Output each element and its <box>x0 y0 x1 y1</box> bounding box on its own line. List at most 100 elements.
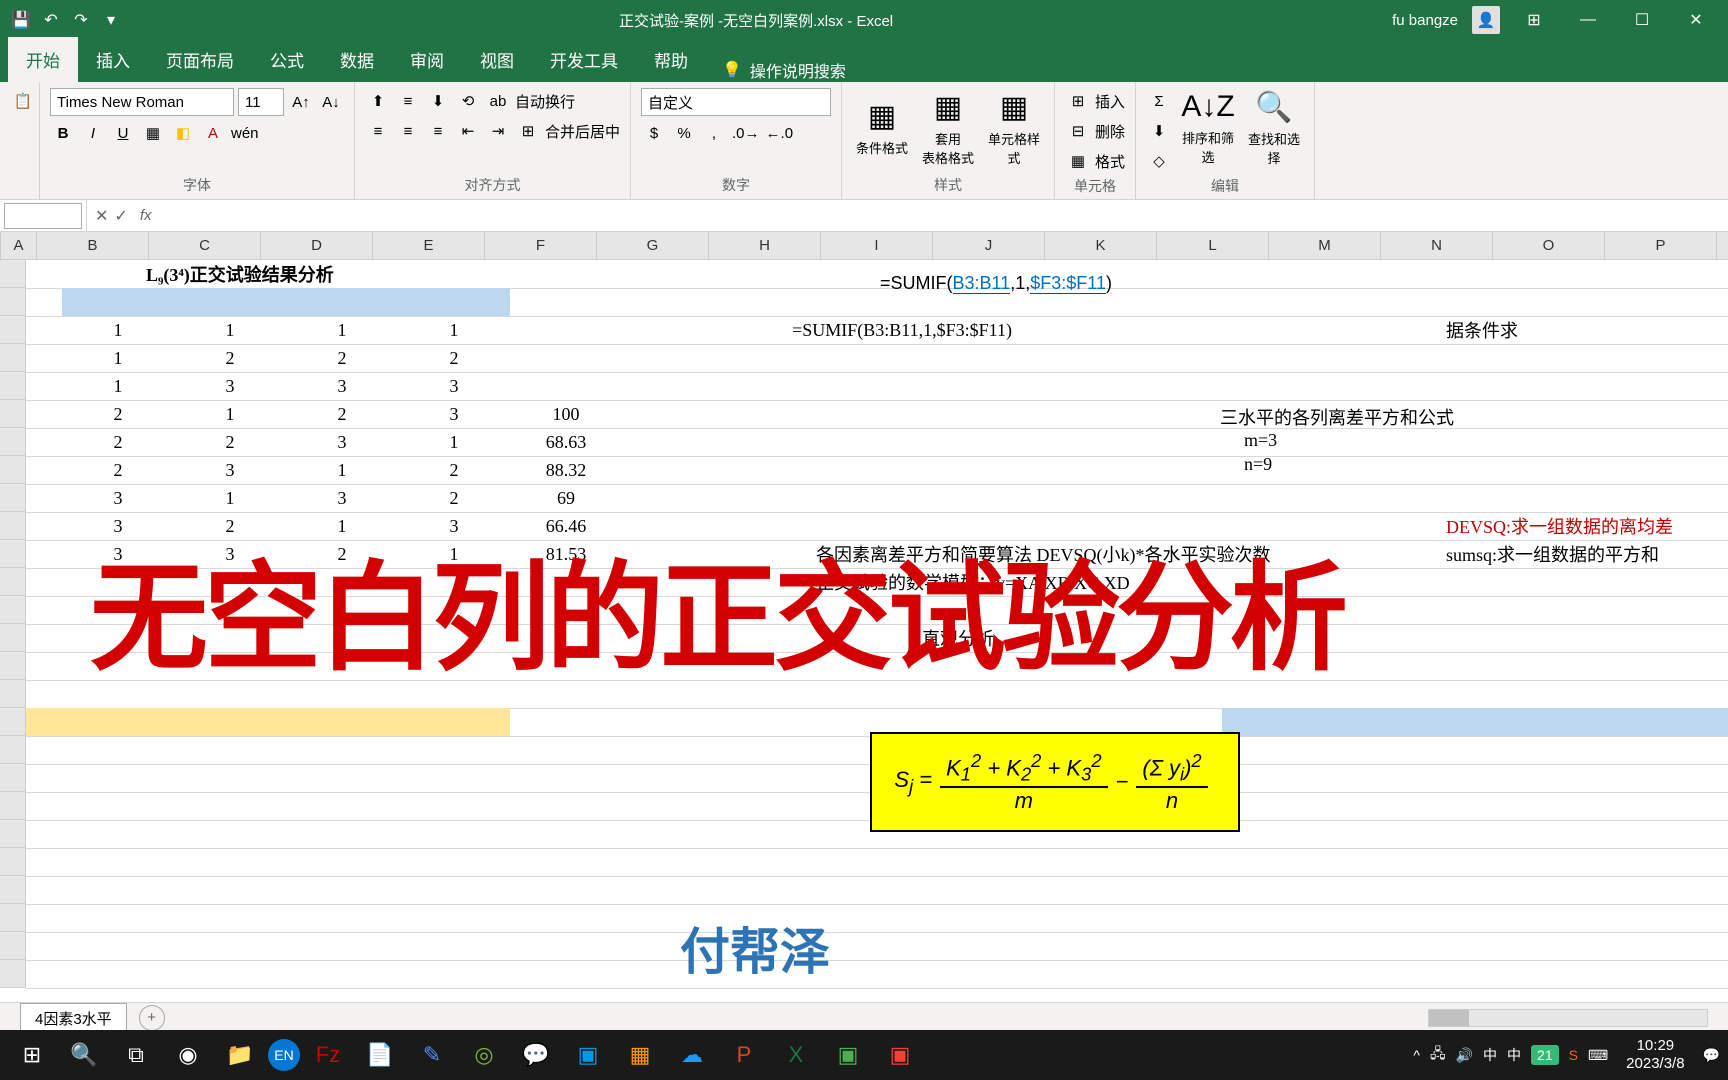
align-top-icon[interactable]: ⬆ <box>365 88 391 114</box>
row-header[interactable] <box>0 736 26 764</box>
redo-icon[interactable]: ↷ <box>72 11 90 29</box>
dec-decimal-icon[interactable]: ←.0 <box>765 120 795 146</box>
table-cell[interactable]: 1 <box>62 372 174 400</box>
row-header[interactable] <box>0 904 26 932</box>
task-view-icon[interactable]: ⧉ <box>112 1034 160 1076</box>
app-icon-1[interactable]: EN <box>268 1039 300 1071</box>
col-header-C[interactable]: C <box>149 232 261 259</box>
row-header[interactable] <box>0 680 26 708</box>
align-right-icon[interactable]: ≡ <box>425 118 451 144</box>
tab-review[interactable]: 审阅 <box>392 37 462 82</box>
table-cell[interactable]: 3 <box>174 456 286 484</box>
row-header[interactable] <box>0 848 26 876</box>
table-cell[interactable]: 2 <box>398 344 510 372</box>
formula-input[interactable] <box>165 203 1728 229</box>
tab-help[interactable]: 帮助 <box>636 37 706 82</box>
table-cell[interactable]: 3 <box>286 372 398 400</box>
tab-layout[interactable]: 页面布局 <box>148 37 252 82</box>
table-cell[interactable]: 1 <box>174 400 286 428</box>
percent-icon[interactable]: % <box>671 120 697 146</box>
start-button[interactable]: ⊞ <box>8 1034 56 1076</box>
table-cell[interactable]: 2 <box>398 484 510 512</box>
table-cell[interactable]: 2 <box>62 428 174 456</box>
app-icon-6[interactable]: ▦ <box>616 1034 664 1076</box>
sort-filter-button[interactable]: A↓Z排序和筛选 <box>1178 88 1238 168</box>
row-header[interactable] <box>0 456 26 484</box>
col-header-A[interactable]: A <box>1 232 37 259</box>
table-cell[interactable]: 1 <box>62 316 174 344</box>
row-header[interactable] <box>0 428 26 456</box>
row-header[interactable] <box>0 960 26 988</box>
table-cell[interactable]: =SUMIF(B3:B11,1,$F3:$F11) <box>846 316 958 344</box>
keyboard-icon[interactable]: ⌨ <box>1588 1047 1608 1064</box>
tell-me[interactable]: 💡 操作说明搜索 <box>706 58 862 82</box>
table-cell[interactable]: 1 <box>286 316 398 344</box>
insert-cells-button[interactable]: ⊞ <box>1065 88 1091 114</box>
table-cell[interactable]: 2 <box>398 456 510 484</box>
sheet-tab-active[interactable]: 4因素3水平 <box>20 1003 127 1033</box>
col-header-I[interactable]: I <box>821 232 933 259</box>
row-header[interactable] <box>0 316 26 344</box>
app-icon-9[interactable]: ▣ <box>876 1034 924 1076</box>
comma-icon[interactable]: , <box>701 120 727 146</box>
table-cell[interactable]: 2 <box>62 456 174 484</box>
notifications-icon[interactable]: 💬 <box>1703 1047 1720 1064</box>
table-cell[interactable]: 3 <box>286 428 398 456</box>
col-header-J[interactable]: J <box>933 232 1045 259</box>
network-icon[interactable]: 🖧 <box>1430 1043 1446 1067</box>
cancel-formula-icon[interactable]: ✕ <box>95 206 108 226</box>
save-icon[interactable]: 💾 <box>12 11 30 29</box>
paste-button[interactable]: 📋 <box>10 88 36 114</box>
number-format-select[interactable]: 自定义 <box>641 88 831 116</box>
table-cell[interactable]: 1 <box>398 428 510 456</box>
currency-icon[interactable]: $ <box>641 120 667 146</box>
maximize-button[interactable]: ☐ <box>1622 5 1662 35</box>
ime-indicator-2[interactable]: 中 <box>1507 1045 1521 1065</box>
app-icon-7[interactable]: ☁ <box>668 1034 716 1076</box>
fill-icon[interactable]: ⬇ <box>1146 118 1172 144</box>
col-header-P[interactable]: P <box>1605 232 1717 259</box>
tray-up-icon[interactable]: ^ <box>1413 1047 1420 1063</box>
delete-cells-button[interactable]: ⊟ <box>1065 118 1091 144</box>
row-header[interactable] <box>0 932 26 960</box>
font-size-select[interactable]: 11 <box>238 88 284 116</box>
enter-formula-icon[interactable]: ✓ <box>114 206 127 226</box>
row-header[interactable] <box>0 344 26 372</box>
bold-button[interactable]: B <box>50 120 76 146</box>
table-cell[interactable]: 1 <box>398 316 510 344</box>
table-cell[interactable]: 2 <box>174 428 286 456</box>
app-icon-8[interactable]: ▣ <box>824 1034 872 1076</box>
add-sheet-button[interactable]: + <box>139 1005 165 1031</box>
filezilla-icon[interactable]: Fz <box>304 1034 352 1076</box>
horizontal-scrollbar[interactable] <box>165 1009 1728 1027</box>
conditional-format-button[interactable]: ▦条件格式 <box>852 88 912 168</box>
table-format-button[interactable]: ▦套用 表格格式 <box>918 88 978 168</box>
row-header[interactable] <box>0 596 26 624</box>
inc-decimal-icon[interactable]: .0→ <box>731 120 761 146</box>
undo-icon[interactable]: ↶ <box>42 11 60 29</box>
table-cell[interactable]: 100 <box>510 400 622 428</box>
row-header[interactable] <box>0 512 26 540</box>
table-cell[interactable]: 3 <box>286 484 398 512</box>
row-header[interactable] <box>0 792 26 820</box>
table-cell[interactable]: 1 <box>174 484 286 512</box>
table-cell[interactable]: 2 <box>62 400 174 428</box>
col-header-M[interactable]: M <box>1269 232 1381 259</box>
row-header[interactable] <box>0 484 26 512</box>
fx-icon[interactable]: fx <box>134 207 158 224</box>
name-box[interactable] <box>4 203 82 229</box>
ime-indicator-1[interactable]: 中 <box>1483 1045 1497 1065</box>
row-header[interactable] <box>0 708 26 736</box>
wechat-icon[interactable]: 💬 <box>512 1034 560 1076</box>
col-header-E[interactable]: E <box>373 232 485 259</box>
align-middle-icon[interactable]: ≡ <box>395 88 421 114</box>
row-header[interactable] <box>0 400 26 428</box>
col-header-F[interactable]: F <box>485 232 597 259</box>
tab-view[interactable]: 视图 <box>462 37 532 82</box>
app-icon-4[interactable]: ◎ <box>460 1034 508 1076</box>
col-header-H[interactable]: H <box>709 232 821 259</box>
row-header[interactable] <box>0 820 26 848</box>
table-cell[interactable]: 3 <box>174 372 286 400</box>
qat-more-icon[interactable]: ▾ <box>102 11 120 29</box>
search-icon[interactable]: 🔍 <box>60 1034 108 1076</box>
